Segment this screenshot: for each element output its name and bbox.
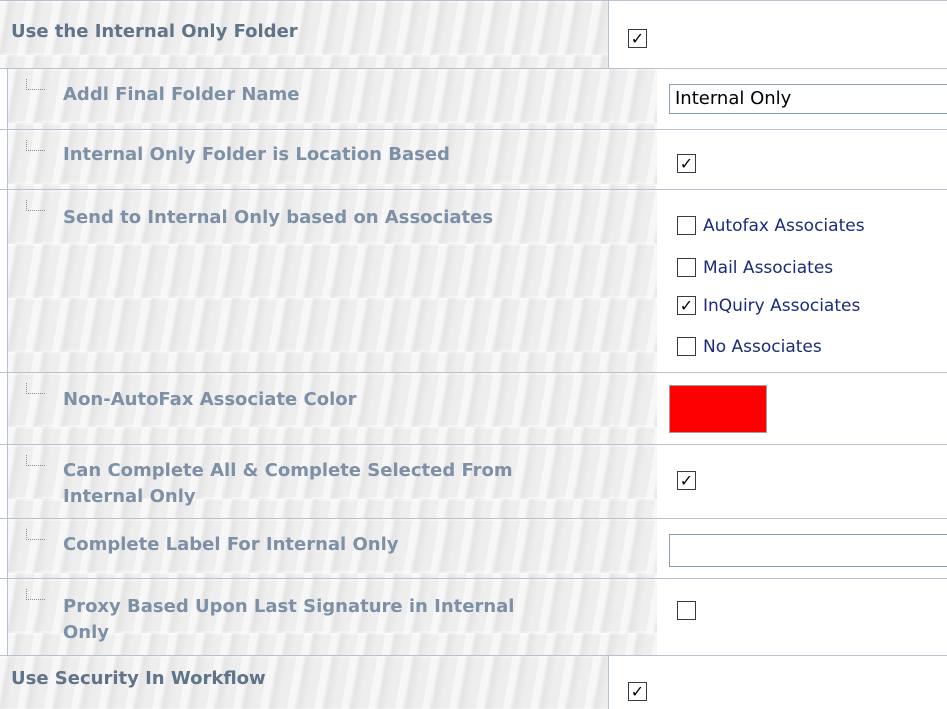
row-location-based: Internal Only Folder is Location Based ✓ bbox=[0, 130, 947, 190]
row-send-based-on-associates: Send to Internal Only based on Associate… bbox=[0, 190, 947, 373]
value-cell: ✓ bbox=[609, 656, 947, 709]
row-non-autofax-color: Non-AutoFax Associate Color bbox=[0, 373, 947, 445]
setting-label: Use Security In Workflow bbox=[11, 668, 266, 689]
value-cell bbox=[657, 373, 947, 444]
location-based-checkbox[interactable]: ✓ bbox=[677, 154, 696, 173]
label-cell: Complete Label For Internal Only bbox=[7, 519, 664, 578]
value-cell: ✓ bbox=[609, 1, 947, 68]
label-cell: Use Security In Workflow bbox=[0, 656, 609, 709]
use-security-in-workflow-checkbox[interactable]: ✓ bbox=[628, 682, 647, 701]
complete-label-input[interactable] bbox=[669, 534, 947, 567]
label-cell: Send to Internal Only based on Associate… bbox=[7, 190, 664, 372]
no-associates-checkbox[interactable] bbox=[677, 337, 696, 356]
value-cell: ✓ bbox=[657, 445, 947, 518]
tree-connector-icon bbox=[26, 589, 45, 600]
can-complete-all-checkbox[interactable]: ✓ bbox=[677, 471, 696, 490]
option-label: Autofax Associates bbox=[703, 216, 865, 236]
value-cell bbox=[657, 519, 947, 578]
use-internal-only-folder-checkbox[interactable]: ✓ bbox=[628, 29, 647, 48]
setting-label: Internal Only Folder is Location Based bbox=[63, 144, 450, 165]
setting-label-line1: Proxy Based Upon Last Signature in Inter… bbox=[63, 596, 515, 617]
row-proxy-last-signature: Proxy Based Upon Last Signature in Inter… bbox=[0, 579, 947, 656]
value-cell: ✓ bbox=[657, 130, 947, 189]
tree-connector-icon bbox=[26, 200, 45, 211]
label-cell: Addl Final Folder Name bbox=[7, 69, 664, 129]
tree-connector-icon bbox=[26, 79, 45, 90]
color-swatch[interactable] bbox=[669, 385, 767, 433]
row-use-security-in-workflow: Use Security In Workflow ✓ bbox=[0, 656, 947, 709]
tree-connector-icon bbox=[26, 455, 45, 466]
label-cell: Internal Only Folder is Location Based bbox=[7, 130, 664, 189]
setting-label: Addl Final Folder Name bbox=[63, 84, 300, 105]
option-label: Mail Associates bbox=[703, 258, 834, 278]
row-use-internal-only-folder: Use the Internal Only Folder ✓ bbox=[0, 1, 947, 69]
inquiry-associates-checkbox[interactable]: ✓ bbox=[677, 296, 696, 315]
tree-connector-icon bbox=[26, 140, 45, 151]
setting-label: Non-AutoFax Associate Color bbox=[63, 389, 357, 410]
setting-label-line2: Only bbox=[63, 622, 110, 643]
label-cell: Proxy Based Upon Last Signature in Inter… bbox=[7, 579, 664, 655]
label-cell: Can Complete All & Complete Selected Fro… bbox=[7, 445, 664, 518]
value-cell bbox=[657, 579, 947, 655]
setting-label: Use the Internal Only Folder bbox=[11, 21, 298, 42]
autofax-associates-checkbox[interactable] bbox=[677, 216, 696, 235]
settings-panel: Use the Internal Only Folder ✓ Addl Fina… bbox=[0, 0, 947, 709]
label-cell: Use the Internal Only Folder bbox=[0, 1, 609, 68]
row-complete-label: Complete Label For Internal Only bbox=[0, 519, 947, 579]
row-addl-final-folder-name: Addl Final Folder Name Internal Only bbox=[0, 69, 947, 130]
setting-label: Complete Label For Internal Only bbox=[63, 534, 399, 555]
setting-label: Send to Internal Only based on Associate… bbox=[63, 207, 494, 228]
tree-connector-icon bbox=[26, 529, 45, 540]
setting-label-line2: Internal Only bbox=[63, 486, 196, 507]
row-can-complete-all: Can Complete All & Complete Selected Fro… bbox=[0, 445, 947, 519]
value-cell: Autofax Associates Mail Associates ✓ InQ… bbox=[657, 190, 947, 372]
tree-connector-icon bbox=[26, 383, 45, 394]
setting-label-line1: Can Complete All & Complete Selected Fro… bbox=[63, 460, 513, 481]
label-cell: Non-AutoFax Associate Color bbox=[7, 373, 664, 444]
addl-final-folder-name-input[interactable]: Internal Only bbox=[669, 84, 947, 114]
option-label: No Associates bbox=[703, 337, 822, 357]
mail-associates-checkbox[interactable] bbox=[677, 258, 696, 277]
proxy-last-signature-checkbox[interactable] bbox=[677, 601, 696, 620]
option-label: InQuiry Associates bbox=[703, 296, 861, 316]
value-cell: Internal Only bbox=[657, 69, 947, 129]
